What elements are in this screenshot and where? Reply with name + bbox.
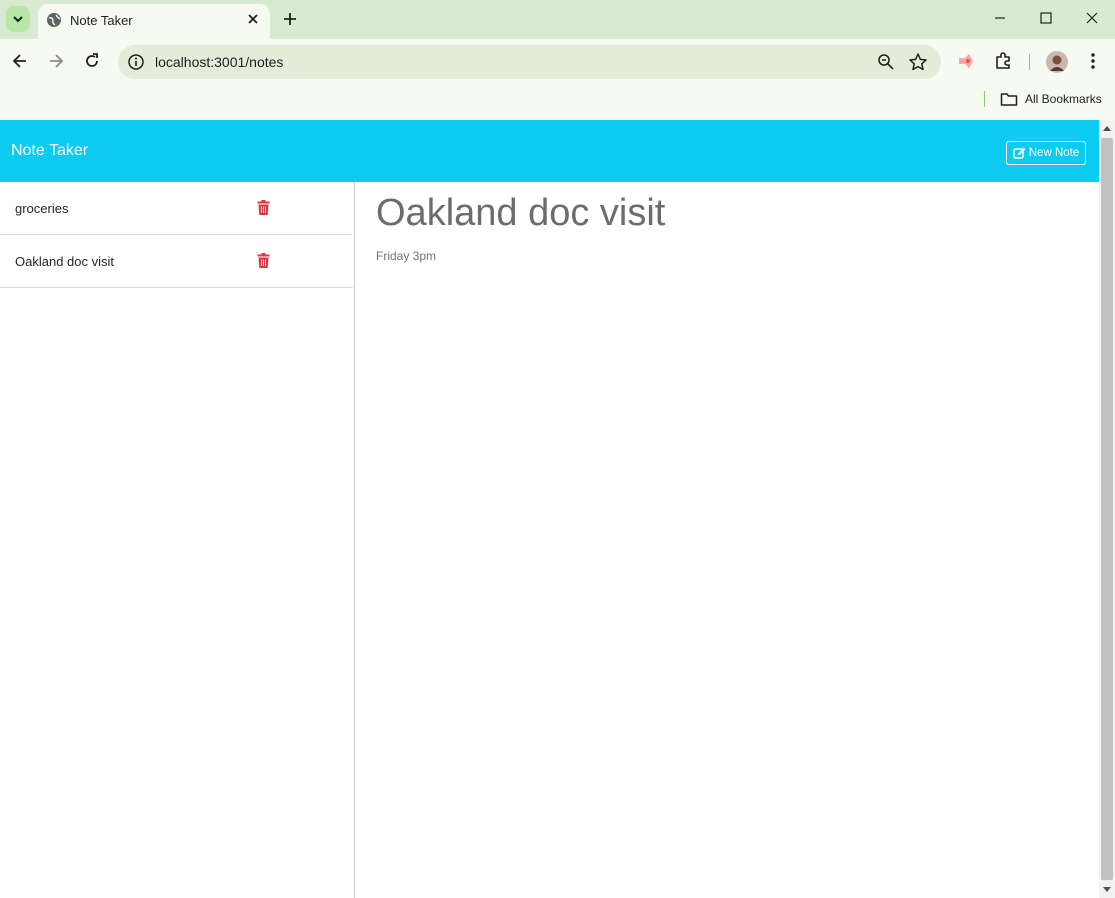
- new-tab-icon[interactable]: [280, 9, 300, 29]
- browser-toolbar: localhost:3001/notes: [0, 39, 1115, 85]
- bookmarks-bar: All Bookmarks: [0, 85, 1115, 120]
- puzzle-extensions-icon[interactable]: [993, 51, 1013, 71]
- scrollbar-thumb[interactable]: [1101, 138, 1113, 880]
- minimize-icon[interactable]: [990, 8, 1010, 28]
- maximize-icon[interactable]: [1036, 8, 1056, 28]
- extension-icon[interactable]: [956, 51, 976, 71]
- close-window-icon[interactable]: [1082, 8, 1102, 28]
- all-bookmarks-link[interactable]: All Bookmarks: [1025, 92, 1102, 106]
- back-arrow-icon[interactable]: [10, 51, 30, 71]
- bookmarks-divider: [984, 91, 985, 107]
- note-text-field[interactable]: Friday 3pm: [376, 249, 436, 263]
- note-title-field[interactable]: Oakland doc visit: [376, 192, 665, 235]
- toolbar-divider: [1029, 54, 1030, 70]
- folder-icon[interactable]: [1000, 91, 1018, 107]
- trash-icon[interactable]: [257, 253, 270, 268]
- reload-icon[interactable]: [82, 51, 102, 71]
- note-taker-page: Note Taker New Note groceries Oakland do…: [0, 120, 1099, 898]
- browser-tab[interactable]: Note Taker: [38, 4, 270, 39]
- browser-tab-strip: Note Taker: [0, 0, 1115, 39]
- menu-dots-icon[interactable]: [1083, 51, 1103, 71]
- forward-arrow-icon[interactable]: [46, 51, 66, 71]
- scroll-up-arrow-icon[interactable]: [1102, 124, 1112, 132]
- profile-avatar[interactable]: [1046, 51, 1068, 73]
- note-list-title: groceries: [15, 201, 69, 216]
- address-bar[interactable]: localhost:3001/notes: [118, 45, 941, 79]
- app-navbar: Note Taker New Note: [0, 120, 1099, 182]
- note-list-item[interactable]: Oakland doc visit: [0, 235, 353, 288]
- zoom-icon[interactable]: [877, 53, 895, 71]
- app-brand[interactable]: Note Taker: [11, 142, 88, 160]
- site-info-icon[interactable]: [127, 53, 145, 71]
- edit-icon: [1013, 147, 1026, 159]
- note-list-item[interactable]: groceries: [0, 182, 353, 235]
- trash-icon[interactable]: [257, 200, 270, 215]
- chevron-down-icon: [13, 16, 23, 23]
- note-list-title: Oakland doc visit: [15, 254, 114, 269]
- bookmark-star-icon[interactable]: [908, 52, 928, 72]
- scroll-down-arrow-icon[interactable]: [1102, 886, 1112, 894]
- notes-list: groceries Oakland doc visit: [0, 182, 355, 898]
- tab-search-button[interactable]: [6, 6, 30, 32]
- new-note-button[interactable]: New Note: [1006, 141, 1086, 165]
- page-scrollbar[interactable]: [1099, 120, 1115, 898]
- url-text: localhost:3001/notes: [155, 54, 284, 70]
- new-note-label: New Note: [1028, 147, 1080, 159]
- close-tab-icon[interactable]: [246, 12, 260, 26]
- globe-icon: [47, 13, 61, 27]
- tab-title: Note Taker: [70, 13, 133, 28]
